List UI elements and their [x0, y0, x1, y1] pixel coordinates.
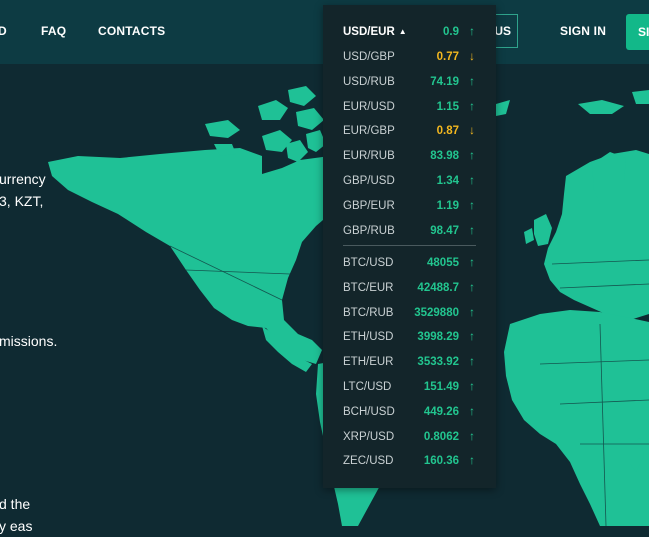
rate-row[interactable]: EUR/GBP 0.87 ↓: [343, 122, 475, 142]
rate-row[interactable]: ETH/EUR 3533.92 ↑: [343, 353, 475, 373]
rate-row[interactable]: LTC/USD 151.49 ↑: [343, 378, 475, 398]
rate-row[interactable]: GBP/RUB 98.47 ↑: [343, 222, 475, 242]
rate-value: 42488.7: [417, 281, 459, 294]
currency-rates-dropdown: USD/EUR ▲ 0.9 ↑ USD/GBP 0.77 ↓ USD/RUB 74.19 ↑…: [323, 5, 496, 488]
arrow-up-icon: ↑: [469, 453, 475, 468]
nav-item-partial[interactable]: D: [0, 24, 7, 38]
africa-shape: [504, 310, 649, 526]
sign-in-link[interactable]: SIGN IN: [560, 24, 606, 38]
arrow-down-icon: ↓: [469, 49, 475, 63]
hero-text-line-2: 3, KZT,: [0, 193, 44, 209]
rate-row[interactable]: EUR/USD 1.15 ↑: [343, 98, 475, 118]
rate-value: 160.36: [423, 455, 459, 468]
rate-pair: BTC/RUB: [343, 306, 394, 319]
selected-pair-text: USD/EUR: [343, 26, 395, 38]
rate-pair: BTC/USD: [343, 257, 394, 269]
rate-value: 74.19: [430, 75, 459, 88]
arrow-up-icon: ↑: [469, 255, 475, 269]
rate-value: 0.8062: [423, 430, 459, 443]
rate-value: 98.47: [430, 224, 459, 237]
arrow-up-icon: ↑: [469, 279, 475, 294]
rate-pair: GBP/USD: [343, 175, 395, 187]
caret-up-icon: ▲: [398, 27, 407, 36]
rate-row[interactable]: BTC/RUB 3529880 ↑: [343, 304, 475, 324]
arrow-up-icon: ↑: [469, 379, 475, 393]
arrow-up-icon: ↑: [469, 73, 475, 88]
arrow-up-icon: ↑: [469, 173, 475, 187]
arrow-down-icon: ↓: [469, 123, 475, 138]
hero-text-line-5: y eas: [0, 518, 33, 534]
rate-value: 3529880: [414, 306, 459, 319]
rate-pair: LTC/USD: [343, 381, 392, 393]
rate-pair: XRP/USD: [343, 430, 395, 443]
rate-row[interactable]: BTC/EUR 42488.7 ↑: [343, 279, 475, 299]
rate-pair: USD/GBP: [343, 51, 395, 63]
rate-value: 1.19: [436, 199, 459, 212]
rate-pair: ETH/EUR: [343, 356, 394, 369]
rate-pair: ETH/USD: [343, 331, 394, 344]
rate-row[interactable]: USD/RUB 74.19 ↑: [343, 73, 475, 93]
rate-row[interactable]: ETH/USD 3998.29 ↑: [343, 328, 475, 348]
sign-up-button[interactable]: SI: [626, 14, 649, 50]
arrow-up-icon: ↑: [469, 304, 475, 319]
rate-row[interactable]: GBP/USD 1.34 ↑: [343, 172, 475, 192]
rate-value: 48055: [427, 257, 459, 269]
rate-pair: EUR/USD: [343, 100, 395, 113]
rate-pair: EUR/GBP: [343, 125, 395, 138]
rate-pair: BCH/USD: [343, 405, 395, 418]
arrow-up-icon: ↑: [469, 98, 475, 113]
rate-value: 1.34: [436, 175, 459, 187]
rate-value: 449.26: [423, 405, 459, 418]
rate-row[interactable]: ZEC/USD 160.36 ↑: [343, 452, 475, 472]
north-america-shape: [48, 148, 330, 364]
rate-value: 151.49: [423, 381, 459, 393]
arrow-up-icon: ↑: [469, 148, 475, 163]
nav-item-contacts[interactable]: CONTACTS: [98, 24, 165, 38]
hero-text-line-3: missions.: [0, 333, 58, 349]
arrow-up-icon: ↑: [469, 24, 475, 38]
rate-pair: GBP/RUB: [343, 224, 395, 237]
rate-row[interactable]: GBP/EUR 1.19 ↑: [343, 197, 475, 217]
selected-pair-label: USD/EUR ▲: [343, 26, 407, 38]
rate-pair: GBP/EUR: [343, 199, 395, 212]
rate-value: 1.15: [436, 100, 459, 113]
hero-text-line-1: urrency: [0, 171, 46, 187]
arrow-up-icon: ↑: [469, 403, 475, 418]
selected-rate-row[interactable]: USD/EUR ▲ 0.9 ↑: [343, 23, 475, 43]
rate-pair: BTC/EUR: [343, 281, 394, 294]
arrow-up-icon: ↑: [469, 197, 475, 212]
rate-pair: EUR/RUB: [343, 150, 395, 163]
rate-pair: USD/RUB: [343, 75, 395, 88]
list-divider: [343, 245, 476, 246]
rate-row[interactable]: XRP/USD 0.8062 ↑: [343, 428, 475, 448]
rate-value: 3533.92: [417, 356, 459, 369]
rate-row[interactable]: BCH/USD 449.26 ↑: [343, 403, 475, 423]
nav-item-faq[interactable]: FAQ: [41, 24, 66, 38]
rate-pair: ZEC/USD: [343, 455, 394, 468]
hero-text-line-4: d the: [0, 496, 31, 512]
rate-row[interactable]: BTC/USD 48055 ↑: [343, 254, 475, 274]
arrow-up-icon: ↑: [469, 222, 475, 237]
rate-value: 0.9: [443, 26, 459, 38]
rate-value: 3998.29: [417, 331, 459, 344]
arrow-up-icon: ↑: [469, 329, 475, 344]
arrow-up-icon: ↑: [469, 354, 475, 369]
rate-value: 0.77: [436, 51, 459, 63]
rate-row[interactable]: USD/GBP 0.77 ↓: [343, 48, 475, 68]
arrow-up-icon: ↑: [469, 428, 475, 443]
rate-row[interactable]: EUR/RUB 83.98 ↑: [343, 147, 475, 167]
rate-value: 0.87: [436, 125, 459, 138]
rate-value: 83.98: [430, 150, 459, 163]
